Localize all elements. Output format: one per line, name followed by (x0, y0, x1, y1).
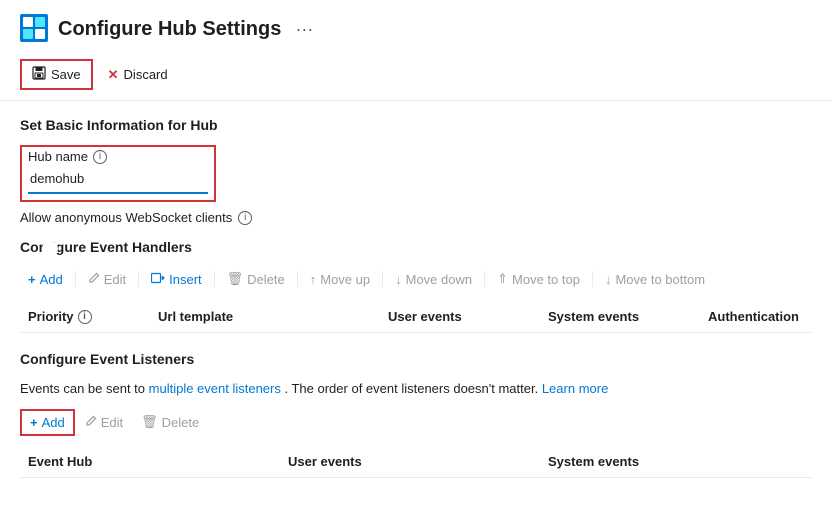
event-listeners-section: Configure Event Listeners Events can be … (20, 351, 812, 478)
add-listener-box: + Add (20, 409, 75, 436)
listener-col-system-events: System events (540, 450, 740, 473)
move-to-top-button[interactable]: ⇑ Move to top (489, 267, 588, 291)
sep6 (484, 271, 485, 287)
move-up-label: Move up (320, 272, 370, 287)
col-system-events: System events (540, 305, 700, 328)
event-listeners-description: Events can be sent to multiple event lis… (20, 379, 812, 399)
discard-label: Discard (124, 67, 168, 82)
add-listener-label: Add (42, 415, 65, 430)
save-label: Save (51, 67, 81, 82)
anonymous-info-icon[interactable]: i (238, 211, 252, 225)
delete-handler-button[interactable]: 🗑 Delete (219, 267, 293, 291)
priority-info-icon[interactable]: i (78, 310, 92, 324)
move-down-button[interactable]: ↓ Move down (387, 268, 480, 291)
desc-part2: . The order of event listeners doesn't m… (285, 381, 542, 396)
main-content: Set Basic Information for Hub Hub name i… (0, 101, 832, 494)
move-to-bottom-button[interactable]: ↓ Move to bottom (597, 268, 713, 291)
col-user-events: User events (380, 305, 540, 328)
delete-handler-icon: 🗑 (227, 271, 244, 287)
hub-name-label-row: Hub name i (28, 149, 208, 164)
main-toolbar: Save ✕ Discard (0, 55, 832, 101)
sep2 (138, 271, 139, 287)
sep7 (592, 271, 593, 287)
add-handler-button[interactable]: + Add (20, 268, 71, 291)
edit-listener-label: Edit (101, 415, 123, 430)
page-title: Configure Hub Settings (58, 18, 281, 41)
col-priority: Priority i (20, 305, 150, 328)
event-listeners-table-header: Event Hub User events System events (20, 446, 812, 478)
col-url-template: Url template (150, 305, 380, 328)
move-to-bottom-icon: ↓ (605, 272, 612, 287)
edit-listener-button[interactable]: Edit (77, 411, 131, 434)
edit-listener-icon (85, 415, 97, 430)
listener-col-event-hub: Event Hub (20, 450, 280, 473)
hub-name-input[interactable] (28, 164, 208, 194)
move-to-top-icon: ⇑ (497, 271, 508, 287)
discard-button[interactable]: ✕ Discard (97, 61, 179, 89)
page-header: Configure Hub Settings ··· (0, 0, 832, 55)
sep5 (382, 271, 383, 287)
sep3 (214, 271, 215, 287)
add-listener-icon: + (30, 415, 38, 430)
add-handler-label: Add (40, 272, 63, 287)
sep1 (75, 271, 76, 287)
learn-more-link[interactable]: Learn more (542, 381, 608, 396)
hub-name-box: Hub name i (20, 145, 216, 202)
insert-handler-icon (151, 272, 165, 287)
insert-handler-label: Insert (169, 272, 202, 287)
add-handler-icon: + (28, 272, 36, 287)
discard-icon: ✕ (108, 67, 119, 83)
event-handlers-table-header: Priority i Url template User events Syst… (20, 301, 812, 333)
move-down-label: Move down (406, 272, 472, 287)
anonymous-label: Allow anonymous WebSocket clients (20, 210, 232, 225)
move-up-button[interactable]: ↑ Move up (302, 268, 378, 291)
edit-handler-button[interactable]: Edit (80, 268, 134, 291)
event-listeners-section-title: Configure Event Listeners (20, 351, 812, 367)
move-down-icon: ↓ (395, 272, 402, 287)
event-handlers-section-title: Configure Event Handlers (20, 239, 812, 255)
basic-info-section-title: Set Basic Information for Hub (20, 117, 812, 133)
move-to-top-label: Move to top (512, 272, 580, 287)
delete-listener-icon: 🗑 (141, 414, 158, 430)
edit-handler-icon (88, 272, 100, 287)
save-button[interactable]: Save (20, 59, 93, 90)
add-listener-button[interactable]: + Add (22, 411, 73, 434)
move-up-icon: ↑ (310, 272, 317, 287)
insert-handler-button[interactable]: Insert (143, 268, 210, 291)
save-icon (32, 66, 46, 83)
hub-name-group: Hub name i (20, 145, 812, 202)
hub-icon (20, 14, 48, 45)
col-authentication: Authentication (700, 305, 832, 328)
delete-listener-button[interactable]: 🗑 Delete (133, 410, 207, 434)
listener-col-user-events: User events (280, 450, 540, 473)
delete-listener-label: Delete (162, 415, 200, 430)
listener-toolbar: + Add Edit 🗑 Delete (20, 409, 812, 436)
multiple-listeners-link[interactable]: multiple event listeners (149, 381, 281, 396)
hub-name-label-text: Hub name (28, 149, 88, 164)
delete-handler-label: Delete (247, 272, 285, 287)
sep4 (297, 271, 298, 287)
edit-handler-label: Edit (104, 272, 126, 287)
move-to-bottom-label: Move to bottom (615, 272, 705, 287)
event-handler-toolbar: + Add Edit Insert 🗑 (20, 267, 812, 291)
anonymous-row: Allow anonymous WebSocket clients i (20, 210, 812, 225)
more-options-dots[interactable]: ··· (295, 19, 313, 40)
desc-part1: Events can be sent to (20, 381, 149, 396)
hub-name-info-icon[interactable]: i (93, 150, 107, 164)
